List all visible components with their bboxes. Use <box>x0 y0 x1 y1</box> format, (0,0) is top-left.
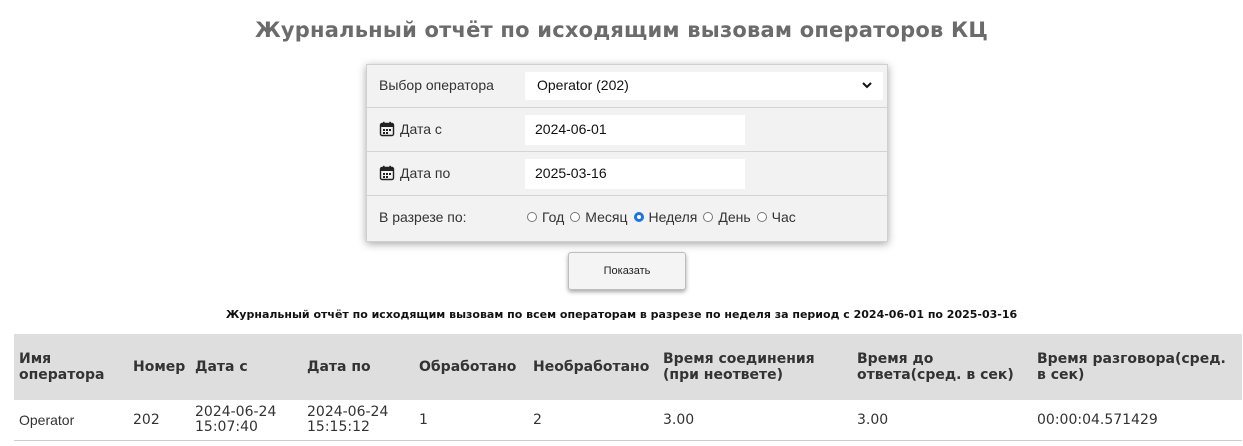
period-option-hour[interactable]: Час <box>756 209 796 225</box>
operator-select-value: Operator (202) <box>537 77 629 93</box>
column-header[interactable]: Обработано <box>414 334 528 400</box>
date-from-label: Дата с <box>400 121 442 137</box>
table-cell: 202 <box>128 400 190 441</box>
table-cell: 3.00 <box>658 400 852 441</box>
calendar-icon <box>379 121 395 137</box>
column-header[interactable]: Имя оператора <box>14 334 128 400</box>
period-option-label: Год <box>542 209 565 225</box>
date-from-row: Дата с 2024-06-01 <box>367 109 887 152</box>
period-row: В разрезе по: Год Месяц Неделя День Час <box>367 197 887 240</box>
operator-select[interactable]: Operator (202) <box>525 72 883 100</box>
period-option-label: Месяц <box>585 209 628 225</box>
column-header[interactable]: Время соединения (при неответе) <box>658 334 852 400</box>
table-cell: 2 <box>528 400 658 441</box>
column-header[interactable]: Время до ответа(сред. в сек) <box>852 334 1032 400</box>
column-header[interactable]: Дата по <box>302 334 414 400</box>
period-option-week[interactable]: Неделя <box>633 209 698 225</box>
period-option-month[interactable]: Месяц <box>570 209 628 225</box>
date-to-row: Дата по 2025-03-16 <box>367 153 887 196</box>
table-cell: 00:00:04.571429 <box>1032 400 1242 441</box>
period-option-label: Неделя <box>648 209 698 225</box>
date-to-input[interactable]: 2025-03-16 <box>525 159 745 189</box>
table-cell: 1 <box>414 400 528 441</box>
date-to-label: Дата по <box>400 165 451 181</box>
operator-row: Выбор оператора Operator (202) <box>367 65 887 108</box>
chevron-down-icon <box>862 82 872 89</box>
radio-button[interactable] <box>527 212 537 222</box>
radio-button[interactable] <box>570 212 581 222</box>
period-option-day[interactable]: День <box>703 209 751 225</box>
operator-label: Выбор оператора <box>379 77 494 93</box>
column-header[interactable]: Время разговора(сред. в сек) <box>1032 334 1242 400</box>
column-header[interactable]: Дата с <box>190 334 302 400</box>
page-title: Журнальный отчёт по исходящим вызовам оп… <box>255 18 988 42</box>
radio-button[interactable] <box>756 212 767 222</box>
radio-button-checked[interactable] <box>633 212 644 222</box>
calendar-icon <box>379 165 395 181</box>
column-header[interactable]: Необработано <box>528 334 658 400</box>
period-label: В разрезе по: <box>379 209 467 225</box>
show-report-button[interactable]: Показать <box>568 252 686 290</box>
table-cell: Operator <box>14 400 128 441</box>
column-header[interactable]: Номер <box>128 334 190 400</box>
period-radio-group: Год Месяц Неделя День Час <box>527 209 796 225</box>
table-cell: 3.00 <box>852 400 1032 441</box>
table-header-row: Имя оператора Номер Дата с Дата по Обраб… <box>14 334 1242 400</box>
period-option-label: Час <box>771 209 796 225</box>
report-filter-form: Выбор оператора Operator (202) Дата с 20… <box>366 64 888 242</box>
radio-button[interactable] <box>703 212 714 222</box>
table-cell: 2024-06-24 15:07:40 <box>190 400 302 441</box>
period-option-year[interactable]: Год <box>527 209 564 225</box>
table-cell: 2024-06-24 15:15:12 <box>302 400 414 441</box>
table-row: Operator 202 2024-06-24 15:07:40 2024-06… <box>14 400 1242 441</box>
report-table: Имя оператора Номер Дата с Дата по Обраб… <box>14 334 1242 441</box>
date-from-input[interactable]: 2024-06-01 <box>525 115 745 145</box>
period-option-label: День <box>718 209 751 225</box>
report-caption: Журнальный отчёт по исходящим вызовам по… <box>225 308 1018 321</box>
